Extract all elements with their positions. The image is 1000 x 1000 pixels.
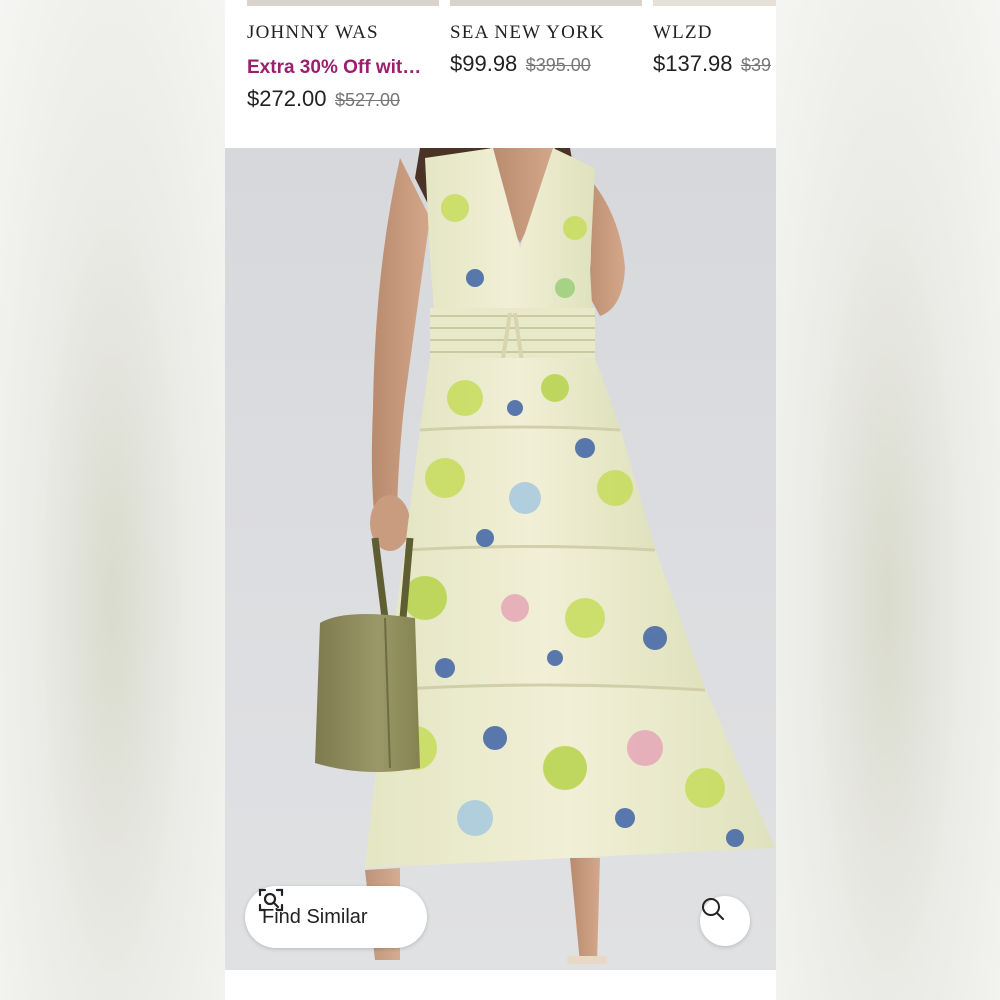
- original-price: $527.00: [334, 90, 401, 110]
- left-blurred-backdrop: [0, 0, 225, 1000]
- right-blurred-backdrop: [775, 0, 1000, 1000]
- product-thumbnail[interactable]: [450, 0, 642, 6]
- product-card-sea-new-york[interactable]: SEA NEW YORK $99.98 $395.00: [450, 0, 642, 148]
- dress-photo: [315, 148, 775, 964]
- price: $99.98 $395.00: [450, 51, 591, 77]
- scan-search-icon: [258, 888, 284, 912]
- product-card-wlzd[interactable]: WLZD $137.98 $39: [653, 0, 776, 148]
- product-thumbnail[interactable]: [653, 0, 776, 6]
- bottom-spacer: [225, 970, 776, 1000]
- product-thumbnail[interactable]: [247, 0, 439, 6]
- original-price: $39: [740, 55, 772, 75]
- brand-name: SEA NEW YORK: [450, 22, 605, 43]
- find-similar-button[interactable]: Find Similar: [245, 886, 427, 948]
- magnifier-icon: [702, 898, 724, 920]
- product-hero-image[interactable]: Find Similar: [225, 148, 776, 970]
- sale-price: $99.98: [450, 51, 518, 76]
- recommendation-carousel[interactable]: JOHNNY WAS Extra 30% Off wit… $272.00 $5…: [225, 0, 776, 148]
- price: $137.98 $39: [653, 51, 771, 77]
- brand-name: WLZD: [653, 22, 713, 43]
- promo-text: Extra 30% Off wit…: [247, 57, 422, 78]
- zoom-button[interactable]: [700, 896, 750, 946]
- app-screen: JOHNNY WAS Extra 30% Off wit… $272.00 $5…: [225, 0, 776, 1000]
- sale-price: $272.00: [247, 86, 327, 111]
- original-price: $395.00: [525, 55, 591, 75]
- brand-name: JOHNNY WAS: [247, 22, 379, 43]
- product-card-johnny-was[interactable]: JOHNNY WAS Extra 30% Off wit… $272.00 $5…: [247, 0, 439, 148]
- sale-price: $137.98: [653, 51, 733, 76]
- price: $272.00 $527.00: [247, 86, 400, 112]
